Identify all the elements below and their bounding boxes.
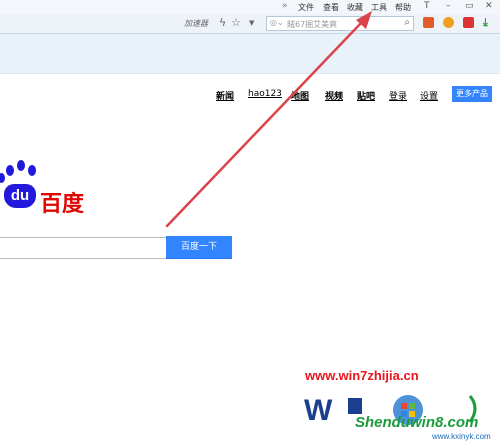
watermark-url: www.win7zhijia.cn xyxy=(305,368,419,383)
more-products-button[interactable]: 更多产品 xyxy=(452,86,492,102)
extension-icon-3[interactable] xyxy=(463,17,474,28)
lightning-icon[interactable]: ϟ xyxy=(219,16,226,29)
chevron-down-icon[interactable]: ▼ xyxy=(249,19,254,27)
nav-video[interactable]: 视频 xyxy=(325,89,343,102)
svg-text:W: W xyxy=(304,394,333,427)
logo-du: du xyxy=(4,184,36,208)
minimize-button[interactable]: – xyxy=(446,1,451,11)
toolbar: 加速器 ϟ ☆ ▼ ◎⌄ 賊67掘艾美爽 ⌕ ⤓ xyxy=(0,14,500,34)
search-box[interactable]: ◎⌄ 賊67掘艾美爽 ⌕ xyxy=(266,16,414,31)
logo-text: 百度 xyxy=(40,192,85,217)
nav-settings[interactable]: 设置 xyxy=(420,89,438,102)
keyword-input[interactable] xyxy=(0,237,166,259)
download-icon[interactable]: ⤓ xyxy=(483,16,488,30)
menu-file[interactable]: 文件 xyxy=(298,2,314,13)
nav-tieba[interactable]: 贴吧 xyxy=(357,89,375,102)
baidu-search-button[interactable]: 百度一下 xyxy=(166,236,232,259)
search-engine-icon[interactable]: ◎⌄ xyxy=(270,18,284,27)
search-icon[interactable]: ⌕ xyxy=(404,17,410,28)
nav-news[interactable]: 新闻 xyxy=(216,89,234,102)
nav-map[interactable]: 地图 xyxy=(291,89,309,102)
watermark-site-name: Shenduwin8.com xyxy=(355,414,479,431)
menu-favorites[interactable]: 收藏 xyxy=(347,2,363,13)
menu-bar: » 文件 查看 收藏 工具 帮助 T – ▭ ✕ xyxy=(0,0,500,14)
paw-toe-2 xyxy=(17,160,25,171)
restore-button[interactable]: ▭ xyxy=(465,1,474,11)
menu-view[interactable]: 查看 xyxy=(323,2,339,13)
menu-tools[interactable]: 工具 xyxy=(371,2,387,13)
extension-icon-2[interactable] xyxy=(443,17,454,28)
close-button[interactable]: ✕ xyxy=(485,1,493,11)
paw-toe-3 xyxy=(28,165,36,176)
skin-icon[interactable]: T xyxy=(424,1,430,11)
search-placeholder: 賊67掘艾美爽 xyxy=(287,20,338,29)
menu-overflow-arrows[interactable]: » xyxy=(282,1,288,11)
nav-login[interactable]: 登录 xyxy=(389,89,407,102)
watermark-site-url: www.kxinyk.com xyxy=(432,432,491,441)
accelerator-label[interactable]: 加速器 xyxy=(184,18,208,29)
extension-icon-1[interactable] xyxy=(423,17,434,28)
nav-hao123[interactable]: hao123 xyxy=(248,89,282,99)
tab-strip xyxy=(0,34,500,74)
paw-toe-4 xyxy=(0,173,5,183)
paw-toe-1 xyxy=(6,165,14,176)
star-icon[interactable]: ☆ xyxy=(231,16,241,29)
menu-help[interactable]: 帮助 xyxy=(395,2,411,13)
